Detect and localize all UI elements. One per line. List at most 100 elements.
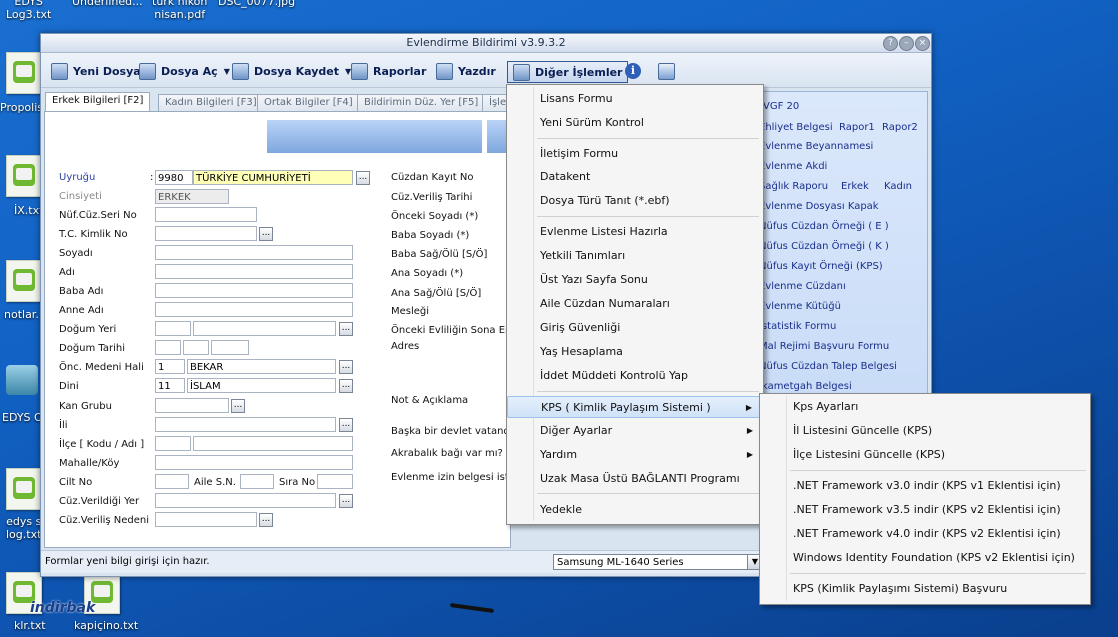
order-no-input[interactable] [317, 474, 353, 489]
menu-item-update-check[interactable]: Yeni Sürüm Kontrol [507, 112, 761, 134]
report-link[interactable]: Erkek [841, 181, 869, 192]
chevron-down-icon[interactable]: ▼ [224, 67, 230, 76]
tab-male-info[interactable]: Erkek Bilgileri [F2] [45, 92, 151, 112]
menu-item-kps[interactable]: KPS ( Kimlik Paylaşım Sistemi ) ▶ [507, 396, 761, 418]
father-name-input[interactable] [155, 283, 353, 298]
menu-item-kps-settings[interactable]: Kps Ayarları [760, 396, 1088, 418]
name-input[interactable] [155, 264, 353, 279]
report-link[interactable]: Ehliyet Belgesi [759, 122, 833, 133]
title-bar[interactable]: Evlendirme Bildirimi v3.9.3.2 ? – × [41, 34, 931, 53]
surname-input[interactable] [155, 245, 353, 260]
menu-item-family-book-numbers[interactable]: Aile Cüzdan Numaraları [507, 293, 761, 315]
help-icon[interactable]: ? [883, 36, 898, 51]
mother-name-input[interactable] [155, 302, 353, 317]
minimize-icon[interactable]: – [899, 36, 914, 51]
desktop-file-edys-log3[interactable]: EDYS Log3.txt [6, 0, 51, 21]
neighborhood-input[interactable] [155, 455, 353, 470]
tab-notification-place[interactable]: Bildirimin Düz. Yer [F5] [357, 94, 486, 111]
menu-item-contact[interactable]: İletişim Formu [507, 143, 761, 165]
tc-id-input[interactable] [155, 226, 257, 241]
menu-item-dotnet40[interactable]: .NET Framework v4.0 indir (KPS v2 Eklent… [760, 523, 1088, 545]
report-link[interactable]: Evlenme Kütüğü [759, 301, 841, 312]
menu-item-license[interactable]: Lisans Formu [507, 88, 761, 110]
religion-lookup-button[interactable]: ... [339, 379, 353, 393]
birth-month-input[interactable] [183, 340, 209, 355]
menu-item-iddet-check[interactable]: İddet Müddeti Kontrolü Yap [507, 365, 761, 387]
report-link[interactable]: Evlenme Beyannamesi [759, 141, 873, 152]
marital-lookup-button[interactable]: ... [339, 360, 353, 374]
menu-item-dotnet30[interactable]: .NET Framework v3.0 indir (KPS v1 Eklent… [760, 475, 1088, 497]
birthplace-input[interactable] [193, 321, 336, 336]
menu-item-remote-desktop[interactable]: Uzak Masa Üstü BAĞLANTI Programı [507, 468, 761, 490]
menu-item-marriage-list[interactable]: Evlenme Listesi Hazırla [507, 221, 761, 243]
desktop-file-dsc[interactable]: DSC_0077.jpg [218, 0, 295, 8]
volume-no-input[interactable] [155, 474, 189, 489]
report-link[interactable]: Nüfus Cüzdan Talep Belgesi [759, 361, 897, 372]
about-button[interactable]: i [625, 61, 641, 81]
menu-item-help[interactable]: Yardım ▶ [507, 444, 761, 466]
nationality-name-input[interactable]: TÜRKİYE CUMHURİYETİ [193, 170, 353, 185]
propolis-icon[interactable] [6, 52, 42, 94]
open-file-button[interactable]: Dosya Aç ▼ [139, 61, 230, 81]
menu-item-update-provinces[interactable]: İl Listesini Güncelle (KPS) [760, 420, 1088, 442]
report-link[interactable]: Rapor2 [882, 122, 918, 133]
report-link[interactable]: Rapor1 [839, 122, 875, 133]
menu-item-login-security[interactable]: Giriş Güvenliği [507, 317, 761, 339]
menu-item-authorities[interactable]: Yetkili Tanımları [507, 245, 761, 267]
menu-item-age-calc[interactable]: Yaş Hesaplama [507, 341, 761, 363]
tab-common-info[interactable]: Ortak Bilgiler [F4] [257, 94, 360, 111]
report-link[interactable]: Nüfus Kayıt Örneği (KPS) [759, 261, 883, 272]
nationality-lookup-button[interactable]: ... [356, 171, 370, 185]
report-link[interactable]: Evlenme Cüzdanı [759, 281, 846, 292]
district-code-input[interactable] [155, 436, 191, 451]
menu-item-file-type[interactable]: Dosya Türü Tanıt (*.ebf) [507, 190, 761, 212]
exit-button[interactable] [658, 61, 680, 81]
issue-place-input[interactable] [155, 493, 336, 508]
report-link[interactable]: Evlenme Akdi [759, 161, 827, 172]
report-link[interactable]: Nüfus Cüzdan Örneği ( K ) [759, 241, 889, 252]
menu-item-backup[interactable]: Yedekle [507, 499, 761, 521]
text-file-icon[interactable] [6, 155, 42, 197]
edys-shortcut-icon[interactable] [6, 365, 38, 395]
report-link[interactable]: Evlenme Dosyası Kapak [759, 201, 879, 212]
birthplace-code-input[interactable] [155, 321, 191, 336]
menu-item-other-settings[interactable]: Diğer Ayarlar ▶ [507, 420, 761, 442]
birthplace-lookup-button[interactable]: ... [339, 322, 353, 336]
menu-item-cover-letter[interactable]: Üst Yazı Sayfa Sonu [507, 269, 761, 291]
report-link[interactable]: İstatistik Formu [759, 321, 836, 332]
desktop-file-underlined[interactable]: Underlined... [72, 0, 143, 8]
religion-code-input[interactable]: 11 [155, 378, 185, 393]
printer-select[interactable]: Samsung ML-1640 Series ▼ [553, 554, 763, 570]
birth-day-input[interactable] [155, 340, 181, 355]
religion-input[interactable]: İSLAM [187, 378, 336, 393]
menu-item-dotnet35[interactable]: .NET Framework v3.5 indir (KPS v2 Eklent… [760, 499, 1088, 521]
desktop-file-turk-nikon[interactable]: türk nikon nisan.pdf [152, 0, 207, 21]
text-file-icon[interactable] [6, 468, 42, 510]
issue-reason-lookup-button[interactable]: ... [259, 513, 273, 527]
id-serial-input[interactable] [155, 207, 257, 222]
issue-place-lookup-button[interactable]: ... [339, 494, 353, 508]
menu-item-kps-apply[interactable]: KPS (Kimlik Paylaşımı Sistemi) Başvuru [760, 578, 1088, 600]
marital-status-input[interactable]: BEKAR [187, 359, 336, 374]
report-link[interactable]: Nüfus Cüzdan Örneği ( E ) [759, 221, 889, 232]
other-operations-button[interactable]: Diğer İşlemler [507, 61, 629, 83]
print-button[interactable]: Yazdır [436, 61, 496, 81]
blood-group-input[interactable] [155, 398, 229, 413]
reports-button[interactable]: Raporlar [351, 61, 426, 81]
tab-female-info[interactable]: Kadın Bilgileri [F3] [158, 94, 264, 111]
menu-item-update-districts[interactable]: İlçe Listesini Güncelle (KPS) [760, 444, 1088, 466]
blood-group-lookup-button[interactable]: ... [231, 399, 245, 413]
report-link[interactable]: Kadın [884, 181, 912, 192]
new-file-button[interactable]: Yeni Dosya [51, 61, 141, 81]
close-icon[interactable]: × [915, 36, 930, 51]
issue-reason-input[interactable] [155, 512, 257, 527]
nationality-code-input[interactable]: 9980 [155, 170, 193, 185]
report-link[interactable]: Mal Rejimi Başvuru Formu [759, 341, 889, 352]
district-name-input[interactable] [193, 436, 353, 451]
report-link[interactable]: VGF 20 [763, 101, 799, 112]
text-file-icon[interactable] [6, 260, 42, 302]
province-lookup-button[interactable]: ... [339, 418, 353, 432]
menu-item-datakent[interactable]: Datakent [507, 166, 761, 188]
report-link[interactable]: İkametgah Belgesi [759, 381, 852, 392]
birth-year-input[interactable] [211, 340, 249, 355]
